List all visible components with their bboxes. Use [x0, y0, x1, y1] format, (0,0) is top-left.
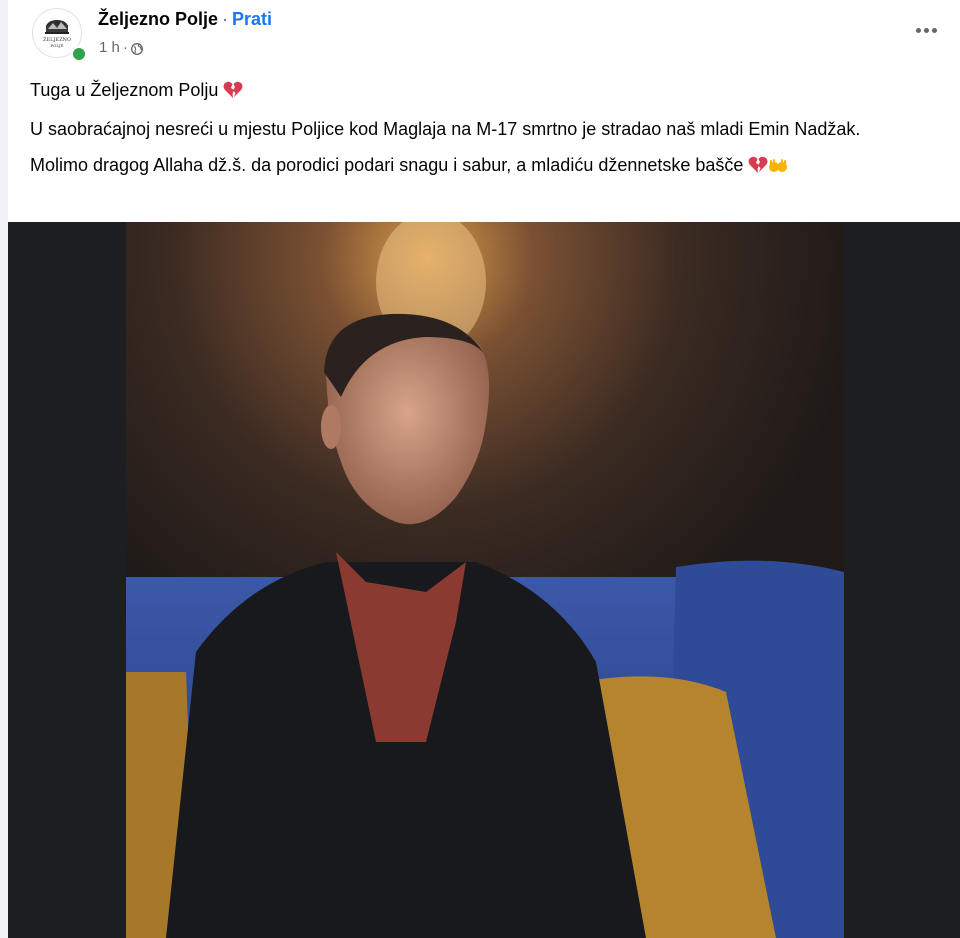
globe-icon[interactable] [130, 42, 143, 55]
post-message: Tuga u Željeznom Polju U saobraćajnoj ne… [30, 76, 930, 190]
broken-heart-emoji [748, 154, 768, 182]
name-separator: · [222, 9, 229, 29]
facebook-post: ŽELJEZNO POLJE Željezno Polje · Prati 1 h … [8, 0, 960, 938]
online-status-dot [71, 46, 87, 62]
follow-button[interactable]: Prati [232, 9, 272, 29]
logo-text-bottom: POLJE [50, 43, 63, 48]
broken-heart-emoji [223, 79, 243, 107]
post-line-3: Molimo dragog Allaha dž.š. da porodici p… [30, 151, 930, 182]
post-line-1-text: Tuga u Željeznom Polju [30, 80, 219, 100]
more-options-button[interactable] [912, 18, 940, 42]
post-time-link[interactable]: 1 h [99, 39, 120, 56]
open-hands-emoji [768, 154, 788, 182]
post-meta: 1 h · [99, 39, 143, 56]
post-line-3-text: Molimo dragog Allaha dž.š. da porodici p… [30, 155, 744, 175]
post-author-line: Željezno Polje · Prati [98, 9, 272, 30]
post-photo[interactable] [8, 222, 960, 938]
meta-separator: · [122, 39, 128, 56]
logo-text-top: ŽELJEZNO [43, 35, 71, 43]
more-options-icon [915, 27, 921, 33]
post-line-1: Tuga u Željeznom Polju [30, 76, 930, 107]
post-line-2: U saobraćajnoj nesreći u mjestu Poljice … [30, 119, 861, 139]
photo-image [126, 222, 844, 938]
post-header: ŽELJEZNO POLJE Željezno Polje · Prati 1 h … [8, 0, 960, 66]
page-name-link[interactable]: Željezno Polje [98, 9, 218, 29]
